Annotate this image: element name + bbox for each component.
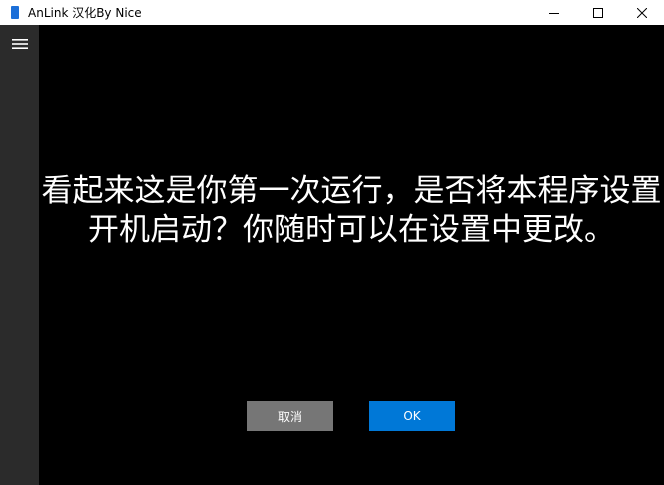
- startup-prompt-message: 看起来这是你第一次运行，是否将本程序设置 开机启动？你随时可以在设置中更改。: [39, 172, 664, 250]
- maximize-button[interactable]: [576, 0, 620, 25]
- minimize-icon: [549, 12, 559, 14]
- app-window: AnLink 汉化By Nice 看起来这是你第一次运行，是否将本程序设置 开机…: [0, 0, 664, 485]
- hamburger-menu-icon: [11, 39, 28, 49]
- ok-button[interactable]: OK: [369, 401, 455, 431]
- close-icon: [637, 7, 647, 18]
- main-content: 看起来这是你第一次运行，是否将本程序设置 开机启动？你随时可以在设置中更改。 取…: [39, 25, 664, 485]
- title-bar[interactable]: AnLink 汉化By Nice: [0, 0, 664, 25]
- minimize-button[interactable]: [532, 0, 576, 25]
- message-line-2: 开机启动？你随时可以在设置中更改。: [88, 212, 615, 248]
- message-line-1: 看起来这是你第一次运行，是否将本程序设置: [41, 173, 662, 209]
- window-controls: [532, 0, 664, 25]
- maximize-icon: [593, 7, 603, 18]
- menu-button[interactable]: [0, 33, 39, 55]
- sidebar-rail: [0, 25, 39, 485]
- cancel-button[interactable]: 取消: [247, 401, 333, 431]
- close-button[interactable]: [620, 0, 664, 25]
- window-title: AnLink 汉化By Nice: [28, 6, 142, 20]
- app-icon: [11, 6, 19, 19]
